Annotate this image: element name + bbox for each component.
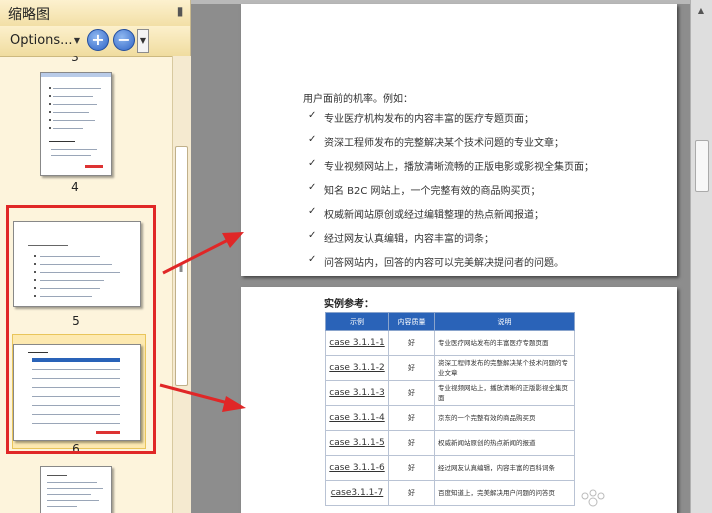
- pane-close-icon[interactable]: ▮: [173, 2, 187, 20]
- case-link[interactable]: case 3.1.1-5: [325, 430, 389, 456]
- grip-icon: ▪ ▪ ▪: [179, 261, 184, 274]
- case-description: 经过网友认真编辑，内容丰富的百科词条: [434, 455, 575, 481]
- case-link[interactable]: case 3.1.1-1: [325, 330, 389, 356]
- pane-header: 缩略图 ▮: [0, 0, 190, 27]
- check-icon: ✓: [308, 206, 317, 217]
- scroll-up-icon[interactable]: ▲: [695, 6, 707, 18]
- chevron-down-icon: ▼: [139, 36, 147, 45]
- case-link[interactable]: case 3.1.1-4: [325, 405, 389, 431]
- document-page-5: 用户面前的机率。例如： ✓ 专业医疗机构发布的内容丰富的医疗专题页面； ✓ 资深工程…: [241, 4, 677, 276]
- bullet-item: ✓ 问答网站内，回答的内容可以完美解决提问者的问题。: [308, 254, 564, 269]
- check-icon: ✓: [308, 182, 317, 193]
- table-row: case 3.1.1-4 好 京东的一个完整有效的商品购买页: [325, 405, 575, 431]
- case-rating: 好: [388, 480, 435, 506]
- case-rating: 好: [388, 430, 435, 456]
- thumbnail-label-4: 4: [71, 180, 79, 194]
- case-rating: 好: [388, 455, 435, 481]
- table-row: case 3.1.1-2 好 资深工程师发布的完整解决某个技术问题的专业文章: [325, 355, 575, 381]
- options-button[interactable]: Options... ▼: [6, 30, 82, 52]
- page-intro-text: 用户面前的机率。例如：: [303, 94, 413, 105]
- check-icon: ✓: [308, 134, 317, 145]
- case-link[interactable]: case 3.1.1-2: [325, 355, 389, 381]
- table-row: case3.1.1-7 好 百度知道上，完美解决用户问题的问答页: [325, 480, 575, 506]
- case-description: 资深工程师发布的完整解决某个技术问题的专业文章: [434, 355, 575, 381]
- minus-icon: −: [117, 30, 131, 49]
- watermark-icon: [581, 489, 605, 507]
- zoom-out-button[interactable]: −: [113, 29, 135, 51]
- case-rating: 好: [388, 355, 435, 381]
- table-row: case 3.1.1-3 好 专业视频网站上，播放清晰的正版影视全集页面: [325, 380, 575, 406]
- document-viewer: 用户面前的机率。例如： ✓ 专业医疗机构发布的内容丰富的医疗专题页面； ✓ 资深工程…: [191, 0, 712, 513]
- scrollbar-thumb[interactable]: [695, 140, 709, 192]
- check-icon: ✓: [308, 254, 317, 265]
- table-row: case 3.1.1-6 好 经过网友认真编辑，内容丰富的百科词条: [325, 455, 575, 481]
- chevron-down-icon: ▼: [73, 36, 80, 45]
- case-description: 权威新闻站原创的热点新闻的报道: [434, 430, 575, 456]
- case-description: 京东的一个完整有效的商品购买页: [434, 405, 575, 431]
- pane-title: 缩略图: [8, 7, 50, 23]
- bullet-item: ✓ 权威新闻站原创或经过编辑整理的热点新闻报道；: [308, 206, 544, 221]
- annotation-red-box: [6, 205, 156, 454]
- table-row: case 3.1.1-5 好 权威新闻站原创的热点新闻的报道: [325, 430, 575, 456]
- table-header: 内容质量: [388, 312, 435, 331]
- check-icon: ✓: [308, 158, 317, 169]
- case-rating: 好: [388, 330, 435, 356]
- check-icon: ✓: [308, 230, 317, 241]
- thumbnail-pane: 缩略图 ▮ Options... ▼ + − ▼ 3 4 5 6 ▪ ▪ ▪: [0, 0, 191, 513]
- thumbnail-page-4[interactable]: [40, 72, 112, 176]
- case-description: 专业视频网站上，播放清晰的正版影视全集页面: [434, 380, 575, 406]
- zoom-dropdown-button[interactable]: ▼: [137, 29, 149, 53]
- thumbnail-label-3: 3: [71, 56, 79, 64]
- bullet-item: ✓ 经过网友认真编辑，内容丰富的词条；: [308, 230, 494, 245]
- case-description: 专业医疗网站发布的丰富医疗专题页面: [434, 330, 575, 356]
- plus-icon: +: [91, 30, 105, 49]
- bullet-item: ✓ 专业医疗机构发布的内容丰富的医疗专题页面；: [308, 110, 534, 125]
- case-table: 示例 内容质量 说明 case 3.1.1-1 好 专业医疗网站发布的丰富医疗专…: [325, 312, 575, 506]
- case-link[interactable]: case 3.1.1-6: [325, 455, 389, 481]
- table-header: 示例: [325, 312, 389, 331]
- reference-title: 实例参考：: [324, 299, 374, 310]
- thumbnail-scrollbar[interactable]: ▪ ▪ ▪: [172, 56, 191, 513]
- case-link[interactable]: case3.1.1-7: [325, 480, 389, 506]
- check-icon: ✓: [308, 110, 317, 121]
- case-description: 百度知道上，完美解决用户问题的问答页: [434, 480, 575, 506]
- zoom-in-button[interactable]: +: [87, 29, 109, 51]
- table-header-row: 示例 内容质量 说明: [325, 312, 575, 331]
- thumbnail-page-7[interactable]: [40, 466, 112, 513]
- table-header: 说明: [434, 312, 575, 331]
- thumbnail-toolbar: Options... ▼ + − ▼: [0, 26, 190, 57]
- table-row: case 3.1.1-1 好 专业医疗网站发布的丰富医疗专题页面: [325, 330, 575, 356]
- case-rating: 好: [388, 405, 435, 431]
- bullet-item: ✓ 资深工程师发布的完整解决某个技术问题的专业文章；: [308, 134, 564, 149]
- scrollbar-thumb[interactable]: ▪ ▪ ▪: [175, 146, 188, 386]
- case-link[interactable]: case 3.1.1-3: [325, 380, 389, 406]
- options-label: Options...: [10, 33, 73, 48]
- document-page-6: 实例参考： 示例 内容质量 说明 case 3.1.1-1 好 专业医疗网站发布…: [241, 287, 677, 513]
- viewer-scrollbar[interactable]: ▲: [690, 0, 712, 513]
- bullet-item: ✓ 专业视频网站上，播放清晰流畅的正版电影或影视全集页面；: [308, 158, 594, 173]
- case-rating: 好: [388, 380, 435, 406]
- bullet-item: ✓ 知名 B2C 网站上，一个完整有效的商品购买页；: [308, 182, 541, 197]
